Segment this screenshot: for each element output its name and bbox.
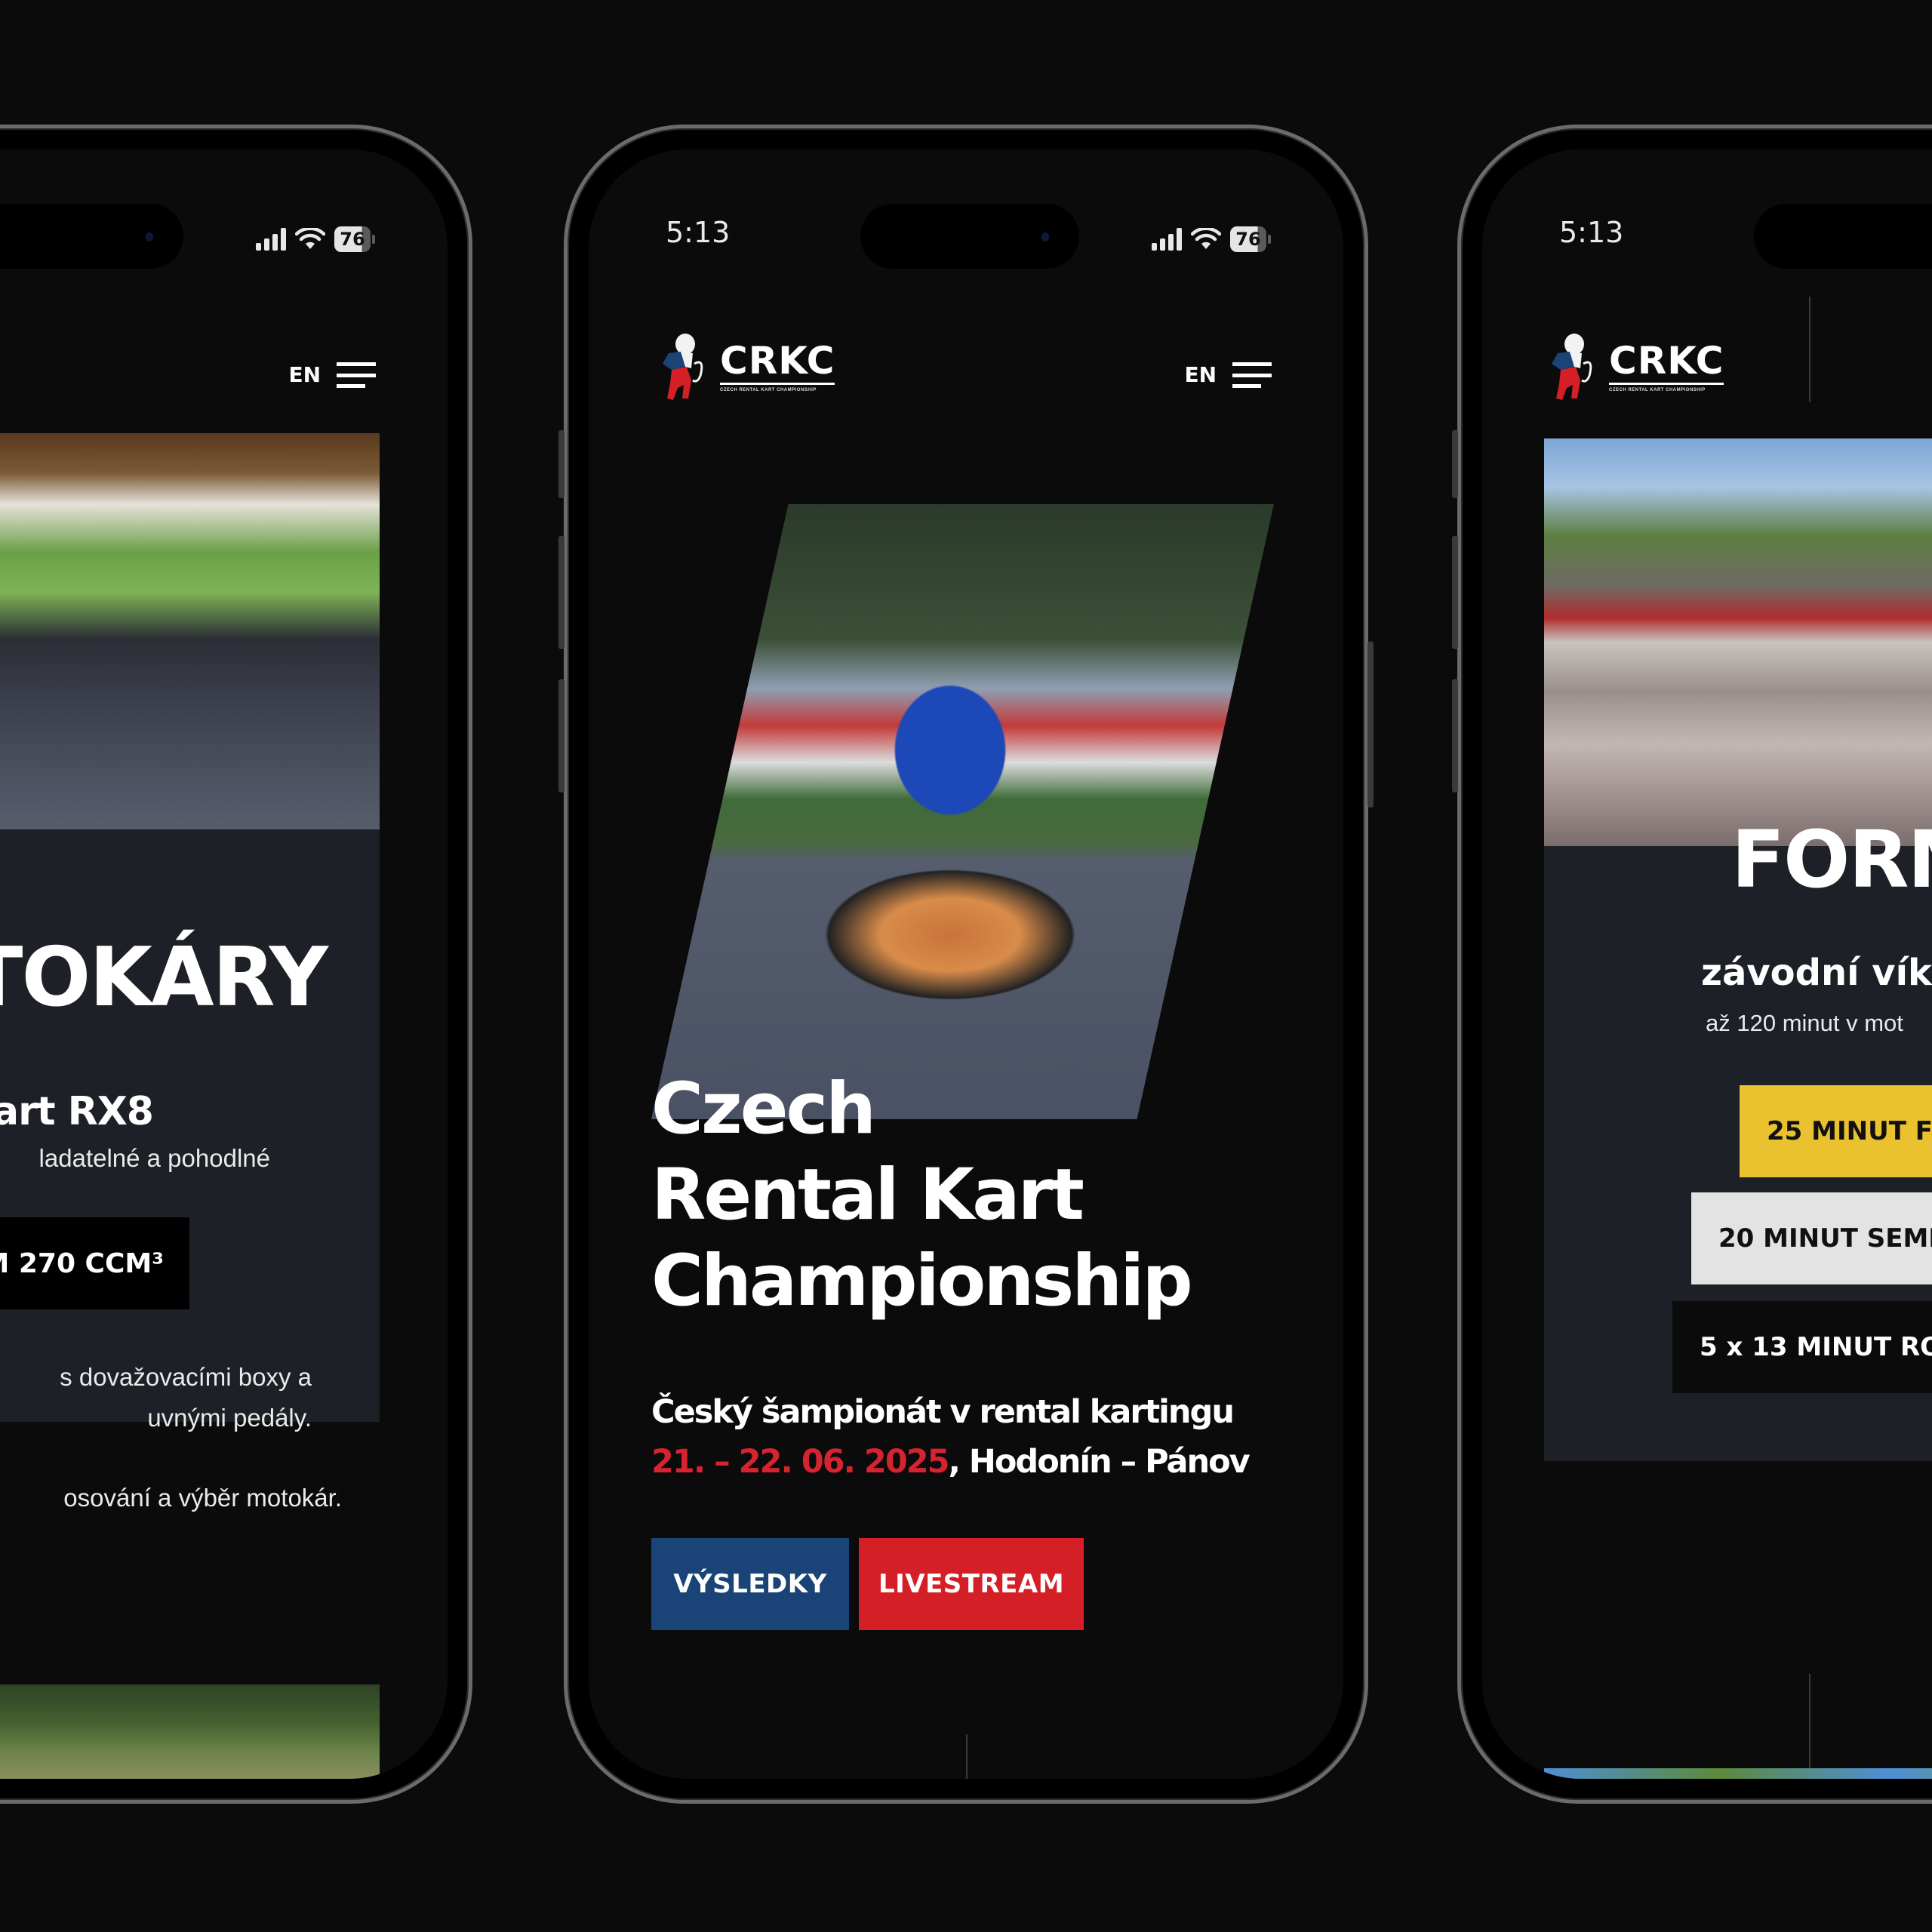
- kart-description: ladatelné a pohodlné: [38, 1144, 270, 1172]
- czech-lion-icon: [663, 334, 703, 400]
- clock: 5:13: [1559, 216, 1624, 249]
- kart-model: diKart RX8: [0, 1089, 154, 1134]
- cellular-signal-icon: [256, 228, 286, 251]
- phone-left: 76 EN TOKÁRY diKart RX8 ladatelné a poho…: [0, 125, 472, 1804]
- subtitle-text: Český šampionát v rental kartingu: [651, 1393, 1235, 1431]
- kart-paragraph-2: osování a výběr motokár.: [63, 1484, 342, 1512]
- volume-up-button: [558, 536, 565, 649]
- battery-level: 76: [334, 226, 371, 252]
- cellular-signal-icon: [1152, 228, 1182, 251]
- kart-paragraph: s dovažovacími boxy a uvnými pedály.: [0, 1357, 312, 1438]
- semifinal-duration-badge: 20 MINUT SEMIFI: [1691, 1192, 1932, 1284]
- camera-icon: [1041, 232, 1049, 242]
- section-title: TOKÁRY: [0, 931, 328, 1025]
- livestream-button[interactable]: LIVESTREAM: [859, 1538, 1084, 1630]
- event-dates: 21. – 22. 06. 2025: [651, 1443, 950, 1481]
- hero-title: Czech Rental Kart Championship: [651, 1066, 1193, 1324]
- status-icons: 76: [1152, 226, 1271, 252]
- language-switch[interactable]: EN: [288, 362, 321, 387]
- event-location: , Hodonín – Pánov: [948, 1443, 1251, 1481]
- camera-icon: [146, 232, 153, 242]
- paragraph-line: s dovažovacími boxy a: [60, 1363, 312, 1391]
- phone-right-screen: 5:13 CRKC CZECH RENTAL KART CHAMPIONSHIP…: [1482, 149, 1932, 1779]
- weekend-title: závodní vík: [1701, 952, 1932, 994]
- language-switch[interactable]: EN: [1184, 362, 1217, 387]
- hero-photo: [651, 504, 1274, 1119]
- wifi-icon: [295, 228, 325, 249]
- phone-center-screen: 5:13 76 CRKC CZECH RENTAL KART CHAMPIONS…: [589, 149, 1343, 1779]
- hero-subtitle: Český šampionát v rental kartingu 21. – …: [651, 1387, 1251, 1487]
- guide-line: [1809, 1674, 1810, 1779]
- hamburger-icon[interactable]: [337, 362, 376, 388]
- navbar: CRKC CZECH RENTAL KART CHAMPIONSHIP: [1482, 331, 1932, 421]
- dynamic-island: [0, 204, 183, 269]
- section-title: FORMA: [1731, 814, 1932, 906]
- weekend-description: až 120 minut v mot: [1706, 1010, 1903, 1036]
- volume-up-button: [1452, 536, 1458, 649]
- dynamic-island: [860, 204, 1079, 269]
- hero-title-line: Rental Kart: [651, 1154, 1084, 1236]
- crkc-logo[interactable]: CRKC CZECH RENTAL KART CHAMPIONSHIP: [655, 331, 835, 403]
- final-duration-badge: 25 MINUT FINA: [1740, 1085, 1932, 1177]
- logo-wordmark: CRKC CZECH RENTAL KART CHAMPIONSHIP: [720, 342, 835, 392]
- volume-down-button: [558, 679, 565, 792]
- status-bar: 5:13 76: [589, 149, 1343, 269]
- heats-duration-badge: 5 x 13 MINUT ROZJ: [1672, 1301, 1932, 1393]
- logo-abbr: CRKC: [1609, 342, 1724, 385]
- logo-fullname: CZECH RENTAL KART CHAMPIONSHIP: [1609, 387, 1706, 392]
- paragraph-line: uvnými pedály.: [147, 1404, 312, 1432]
- hero-title-line: Championship: [651, 1240, 1193, 1322]
- navbar: CRKC CZECH RENTAL KART CHAMPIONSHIP EN: [589, 331, 1343, 421]
- action-button: [558, 430, 565, 498]
- guide-line: [966, 1734, 968, 1779]
- results-button[interactable]: VÝSLEDKY: [651, 1538, 849, 1630]
- phone-right: 5:13 CRKC CZECH RENTAL KART CHAMPIONSHIP…: [1452, 125, 1932, 1804]
- dynamic-island: [1754, 204, 1932, 269]
- action-button: [1452, 430, 1458, 498]
- karts-photo: [0, 433, 380, 829]
- logo-wordmark: CRKC CZECH RENTAL KART CHAMPIONSHIP: [1609, 342, 1724, 392]
- battery-level: 76: [1230, 226, 1266, 252]
- event-info: 21. – 22. 06. 2025, Hodonín – Pánov: [651, 1437, 1251, 1487]
- wifi-icon: [1191, 228, 1221, 249]
- logo-abbr: CRKC: [720, 342, 835, 385]
- status-bar: 76: [0, 149, 448, 269]
- crkc-logo[interactable]: CRKC CZECH RENTAL KART CHAMPIONSHIP: [1544, 331, 1724, 403]
- format-photo: [1544, 438, 1932, 846]
- status-bar: 5:13: [1482, 149, 1932, 269]
- logo-fullname: CZECH RENTAL KART CHAMPIONSHIP: [720, 387, 817, 392]
- battery-icon: 76: [334, 226, 375, 252]
- volume-down-button: [1452, 679, 1458, 792]
- hero-title-line: Czech: [651, 1068, 876, 1150]
- status-icons: 76: [256, 226, 375, 252]
- bottom-photo-strip: [1544, 1768, 1932, 1779]
- battery-icon: 76: [1230, 226, 1271, 252]
- hamburger-icon[interactable]: [1232, 362, 1272, 388]
- phone-center: 5:13 76 CRKC CZECH RENTAL KART CHAMPIONS…: [558, 125, 1374, 1804]
- navbar: EN: [0, 331, 448, 421]
- phone-left-screen: 76 EN TOKÁRY diKart RX8 ladatelné a poho…: [0, 149, 448, 1779]
- power-button: [1367, 641, 1374, 808]
- engine-badge: JEM 270 CCM³: [0, 1217, 189, 1309]
- czech-lion-icon: [1552, 334, 1592, 400]
- track-aerial-photo: [0, 1684, 380, 1779]
- clock: 5:13: [666, 216, 731, 249]
- mockup-stage: 76 EN TOKÁRY diKart RX8 ladatelné a poho…: [0, 0, 1932, 1932]
